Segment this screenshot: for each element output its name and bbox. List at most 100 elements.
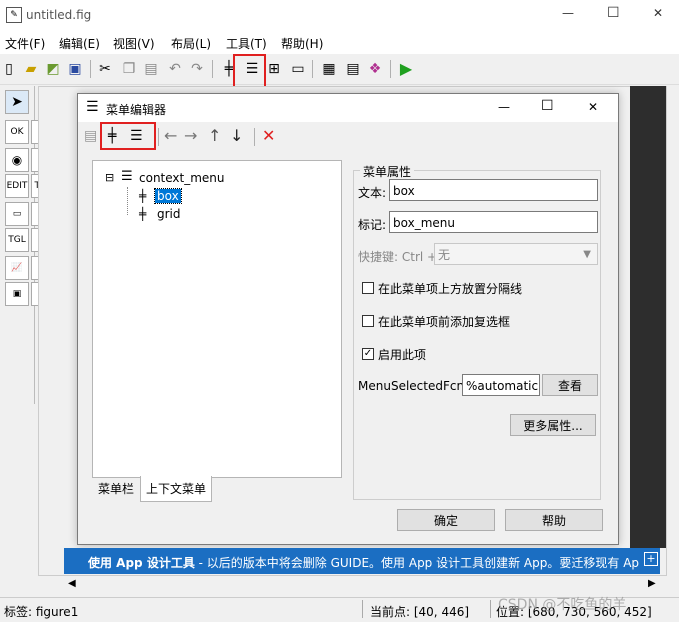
toolbar-separator [312, 60, 313, 78]
separator [158, 128, 159, 146]
menu-help[interactable]: 帮助(H) [281, 35, 323, 52]
canvas-edge [630, 86, 666, 548]
expand-icon[interactable]: + [644, 552, 658, 566]
status-divider [490, 600, 491, 618]
tag-label: 标记: [358, 218, 387, 232]
separator-checkbox-label: 在此菜单项上方放置分隔线 [378, 282, 523, 296]
popup-menu-icon[interactable]: ▭ [5, 202, 29, 226]
group-title: 菜单属性 [360, 163, 415, 180]
separator [254, 128, 255, 146]
dialog-toolbar: ▤ ╪ ☰ ← → ↑ ↓ ✕ [78, 122, 618, 150]
callback-label: MenuSelectedFcn: [358, 379, 469, 393]
menu-tools[interactable]: 工具(T) [226, 35, 267, 52]
watermark: CSDN @不吃鱼的羊 [498, 597, 627, 613]
dialog-minimize-button[interactable]: — [498, 100, 510, 114]
menu-item-icon: ╪ [139, 207, 147, 221]
status-tag: 标签: figure1 [4, 605, 79, 619]
banner-bold: 使用 App 设计工具 [88, 556, 195, 570]
shortcut-value: 无 [438, 248, 451, 262]
add-checkbox-label: 在此菜单项前添加复选框 [378, 315, 511, 329]
app-designer-banner: 使用 App 设计工具 - 以后的版本中将会删除 GUIDE。使用 App 设计… [64, 548, 660, 574]
window-titlebar: ✎ untitled.fig — ☐ ✕ [0, 0, 679, 30]
new-file-icon[interactable]: ▯ [0, 60, 18, 78]
copy-icon[interactable]: ❐ [120, 60, 138, 78]
menu-view[interactable]: 视图(V) [113, 35, 155, 52]
status-bar: 标签: figure1 当前点: [40, 446] 位置: [680, 730… [0, 597, 679, 622]
arrow-right-icon[interactable]: → [184, 126, 197, 145]
scroll-right-icon[interactable]: ▶ [648, 578, 656, 589]
arrow-down-icon[interactable]: ↓ [230, 126, 243, 145]
menu-bar: 文件(F) 编辑(E) 视图(V) 布局(L) 工具(T) 帮助(H) [0, 30, 679, 54]
text-field[interactable]: box [389, 179, 598, 201]
toolbar-editor-icon[interactable]: ▭ [289, 60, 307, 78]
button-group-icon[interactable]: ▣ [5, 282, 29, 306]
arrow-left-icon[interactable]: ← [164, 126, 177, 145]
collapse-icon[interactable]: ⊟ [105, 171, 114, 184]
tab-menubar[interactable]: 菜单栏 [98, 480, 134, 497]
open-figure-icon[interactable]: ◩ [44, 60, 62, 78]
add-checkbox-checkbox[interactable] [362, 315, 374, 327]
menu-layout[interactable]: 布局(L) [171, 35, 211, 52]
save-icon[interactable]: ▣ [66, 60, 84, 78]
arrow-up-icon[interactable]: ↑ [208, 126, 221, 145]
callback-field[interactable]: %automatic [462, 374, 540, 396]
property-inspector-icon[interactable]: ▤ [344, 60, 362, 78]
object-browser-icon[interactable]: ❖ [366, 60, 384, 78]
new-menu-icon[interactable]: ▤ [84, 128, 97, 144]
window-title: untitled.fig [26, 8, 92, 22]
editor-icon[interactable]: ▦ [320, 60, 338, 78]
horizontal-scrollbar[interactable]: ◀ ▶ [64, 576, 660, 594]
menu-tree[interactable]: ⊟ ☰ context_menu ╪ box ╪ grid [92, 160, 342, 478]
menu-item-icon: ╪ [139, 189, 147, 203]
tab-context-menu[interactable]: 上下文菜单 [140, 476, 213, 502]
scroll-left-icon[interactable]: ◀ [68, 578, 76, 589]
banner-text: 使用 App 设计工具 - 以后的版本中将会删除 GUIDE。使用 App 设计… [88, 554, 640, 571]
menu-file[interactable]: 文件(F) [5, 35, 45, 52]
tree-item-box[interactable]: box [154, 188, 182, 204]
app-icon: ✎ [6, 7, 22, 23]
tree-line [127, 187, 129, 215]
dialog-titlebar: ☰ 菜单编辑器 — ☐ ✕ [78, 94, 618, 122]
text-label: 文本: [358, 186, 387, 200]
status-current-point: 当前点: [40, 446] [370, 605, 470, 619]
status-divider [362, 600, 363, 618]
tree-root-label[interactable]: context_menu [139, 171, 225, 185]
highlight-box [233, 54, 266, 90]
tree-item-grid[interactable]: grid [157, 207, 181, 221]
edit-text-icon[interactable]: EDIT [5, 174, 29, 198]
paste-icon[interactable]: ▤ [142, 60, 160, 78]
push-button-icon[interactable]: OK [5, 120, 29, 144]
open-folder-icon[interactable]: ▰ [22, 60, 40, 78]
tag-field[interactable]: box_menu [389, 211, 598, 233]
dialog-maximize-button[interactable]: ☐ [541, 98, 554, 114]
minimize-button[interactable]: — [562, 6, 574, 20]
main-toolbar: ▯ ▰ ◩ ▣ ✂ ❐ ▤ ↶ ↷ ╪ ☰ ⊞ ▭ ▦ ▤ ❖ ▶ [0, 54, 679, 90]
menu-edit[interactable]: 编辑(E) [59, 35, 100, 52]
redo-icon[interactable]: ↷ [188, 60, 206, 78]
shortcut-dropdown[interactable]: 无 ▼ [434, 243, 598, 265]
maximize-button[interactable]: ☐ [607, 5, 620, 21]
shortcut-label: 快捷键: Ctrl + [358, 250, 438, 264]
undo-icon[interactable]: ↶ [166, 60, 184, 78]
ok-button[interactable]: 确定 [397, 509, 495, 531]
enable-checkbox[interactable]: ✓ [362, 348, 374, 360]
run-icon[interactable]: ▶ [397, 60, 415, 78]
axes-icon[interactable]: 📈 [5, 256, 29, 280]
separator-checkbox[interactable] [362, 282, 374, 294]
cut-icon[interactable]: ✂ [96, 60, 114, 78]
tab-order-editor-icon[interactable]: ⊞ [265, 60, 283, 78]
dialog-title: 菜单编辑器 [106, 103, 167, 117]
radio-button-icon[interactable]: ◉ [5, 148, 29, 172]
select-tool-icon[interactable]: ➤ [5, 90, 29, 114]
delete-icon[interactable]: ✕ [262, 126, 275, 145]
component-palette: ➤ OK ▬ ◉ ☑ EDIT TXT ▭ ☰ TGL ▦ 📈 ▢ ▣ X [0, 86, 55, 404]
help-button[interactable]: 帮助 [505, 509, 603, 531]
view-button[interactable]: 查看 [542, 374, 598, 396]
close-button[interactable]: ✕ [653, 6, 663, 20]
context-menu-icon: ☰ [121, 169, 133, 184]
toggle-button-icon[interactable]: TGL [5, 228, 29, 252]
dialog-close-button[interactable]: ✕ [588, 100, 598, 114]
menu-editor-icon: ☰ [86, 99, 99, 115]
more-properties-button[interactable]: 更多属性... [510, 414, 596, 436]
toolbar-separator [390, 60, 391, 78]
